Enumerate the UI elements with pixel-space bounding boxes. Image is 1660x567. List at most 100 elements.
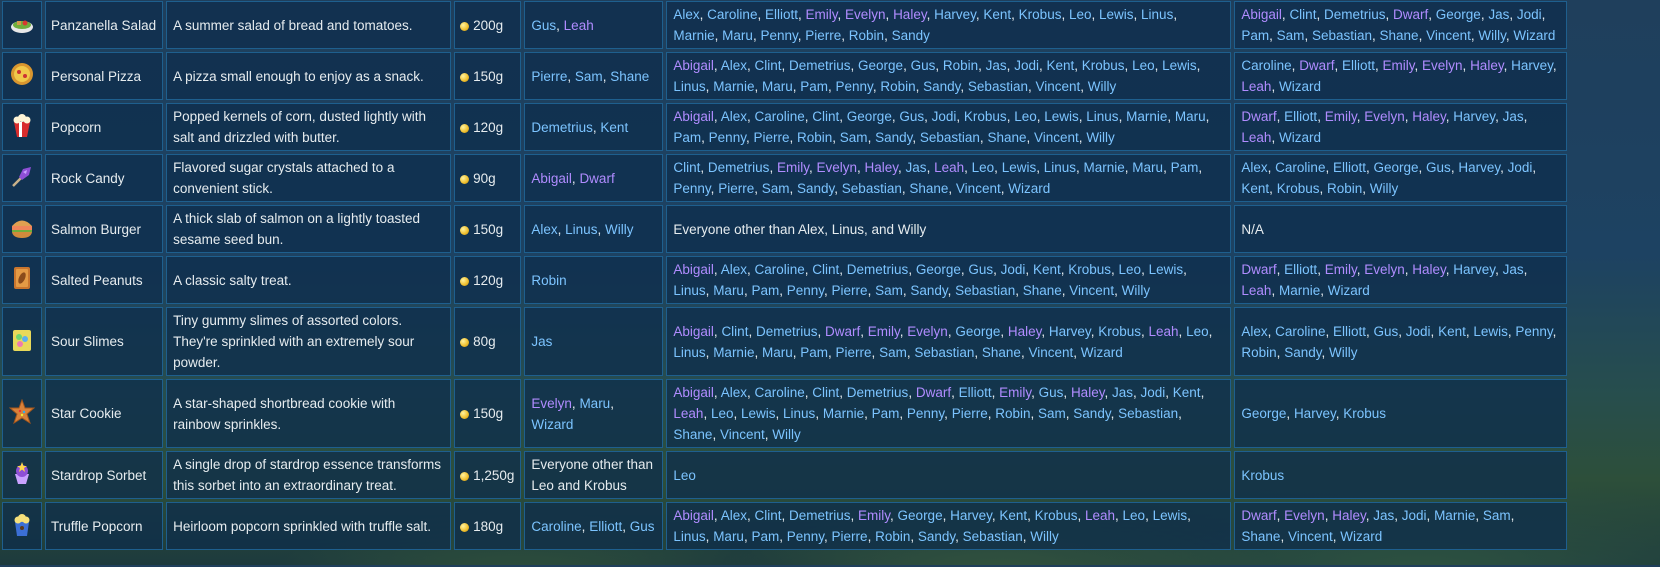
villager-link[interactable]: Marnie: [1126, 109, 1167, 124]
villager-link[interactable]: Sandy: [892, 28, 930, 43]
villager-link[interactable]: Evelyn: [845, 7, 886, 22]
villager-link[interactable]: Leo: [1123, 508, 1146, 523]
villager-link[interactable]: George: [858, 58, 903, 73]
villager-link[interactable]: Shane: [1023, 283, 1062, 298]
villager-link[interactable]: Demetrius: [756, 324, 818, 339]
villager-link[interactable]: Vincent: [1288, 529, 1333, 544]
villager-link[interactable]: Krobus: [1068, 262, 1111, 277]
villager-link[interactable]: Krobus: [1019, 7, 1062, 22]
villager-link[interactable]: Pam: [800, 79, 828, 94]
villager-link[interactable]: Shane: [982, 345, 1021, 360]
villager-link[interactable]: Penny: [673, 181, 710, 196]
villager-link[interactable]: Pam: [1171, 160, 1199, 175]
villager-link[interactable]: Sam: [840, 130, 868, 145]
villager-link[interactable]: Pierre: [531, 69, 567, 84]
villager-link[interactable]: Caroline: [1275, 160, 1325, 175]
villager-link[interactable]: Penny: [1515, 324, 1552, 339]
villager-link[interactable]: Sandy: [1284, 345, 1321, 360]
villager-link[interactable]: Krobus: [964, 109, 1007, 124]
villager-link[interactable]: Dwarf: [825, 324, 860, 339]
villager-link[interactable]: Haley: [893, 7, 927, 22]
villager-link[interactable]: Vincent: [1034, 130, 1079, 145]
villager-link[interactable]: George: [955, 324, 1000, 339]
villager-link[interactable]: Caroline: [1275, 324, 1325, 339]
villager-link[interactable]: Kent: [600, 120, 628, 135]
villager-link[interactable]: Sam: [1038, 406, 1066, 421]
villager-link[interactable]: George: [916, 262, 961, 277]
villager-link[interactable]: Clint: [812, 262, 839, 277]
villager-link[interactable]: Pierre: [832, 529, 868, 544]
villager-link[interactable]: Elliott: [959, 385, 992, 400]
villager-link[interactable]: Kent: [1438, 324, 1466, 339]
villager-link[interactable]: Harvey: [1511, 58, 1553, 73]
villager-link[interactable]: Abigail: [673, 508, 714, 523]
villager-link[interactable]: Willy: [1030, 529, 1059, 544]
villager-link[interactable]: George: [1241, 406, 1286, 421]
villager-link[interactable]: Krobus: [1277, 181, 1320, 196]
villager-link[interactable]: Dwarf: [1241, 262, 1276, 277]
villager-link[interactable]: Sam: [875, 283, 903, 298]
villager-link[interactable]: Lewis: [1002, 160, 1037, 175]
villager-link[interactable]: Alex: [721, 262, 747, 277]
villager-link[interactable]: Alex: [673, 7, 699, 22]
villager-link[interactable]: Harvey: [934, 7, 976, 22]
villager-link[interactable]: Willy: [1478, 28, 1506, 43]
villager-link[interactable]: Vincent: [1069, 283, 1114, 298]
villager-link[interactable]: Shane: [1380, 28, 1419, 43]
villager-link[interactable]: Pierre: [836, 345, 872, 360]
villager-link[interactable]: Leah: [564, 18, 594, 33]
villager-link[interactable]: Shane: [673, 427, 712, 442]
villager-link[interactable]: Marnie: [713, 345, 754, 360]
villager-link[interactable]: Kent: [999, 508, 1027, 523]
villager-link[interactable]: Robin: [797, 130, 832, 145]
villager-link[interactable]: Krobus: [1098, 324, 1141, 339]
villager-link[interactable]: Demetrius: [708, 160, 770, 175]
villager-link[interactable]: Abigail: [531, 171, 572, 186]
villager-link[interactable]: Evelyn: [1364, 109, 1405, 124]
villager-link[interactable]: Caroline: [707, 7, 757, 22]
villager-link[interactable]: Jas: [1503, 109, 1524, 124]
villager-link[interactable]: Penny: [787, 283, 824, 298]
villager-link[interactable]: Pam: [872, 406, 900, 421]
villager-link[interactable]: Evelyn: [1284, 508, 1325, 523]
villager-link[interactable]: Haley: [1332, 508, 1366, 523]
villager-link[interactable]: Marnie: [1434, 508, 1475, 523]
villager-link[interactable]: Jodi: [1402, 508, 1427, 523]
villager-link[interactable]: Gus: [1426, 160, 1451, 175]
villager-link[interactable]: Marnie: [1279, 283, 1320, 298]
villager-link[interactable]: Sebastian: [914, 345, 974, 360]
villager-link[interactable]: Pam: [751, 283, 779, 298]
villager-link[interactable]: Alex: [531, 222, 557, 237]
villager-link[interactable]: Vincent: [1426, 28, 1471, 43]
villager-link[interactable]: Harvey: [1458, 160, 1500, 175]
villager-link[interactable]: Demetrius: [531, 120, 593, 135]
villager-link[interactable]: Harvey: [1294, 406, 1336, 421]
villager-link[interactable]: Krobus: [1241, 468, 1284, 483]
villager-link[interactable]: Leah: [1241, 79, 1271, 94]
villager-link[interactable]: Sandy: [797, 181, 834, 196]
villager-link[interactable]: Krobus: [1343, 406, 1386, 421]
villager-link[interactable]: Alex: [721, 508, 747, 523]
villager-link[interactable]: Marnie: [1084, 160, 1125, 175]
villager-link[interactable]: Maru: [713, 283, 744, 298]
villager-link[interactable]: Leo: [1119, 262, 1142, 277]
villager-link[interactable]: Dwarf: [1241, 508, 1276, 523]
villager-link[interactable]: Elliott: [1284, 109, 1317, 124]
villager-link[interactable]: Robin: [943, 58, 978, 73]
villager-link[interactable]: Lewis: [1153, 508, 1188, 523]
villager-link[interactable]: Caroline: [754, 262, 804, 277]
villager-link[interactable]: Demetrius: [789, 508, 851, 523]
villager-link[interactable]: Leo: [972, 160, 995, 175]
villager-link[interactable]: Sandy: [923, 79, 960, 94]
villager-link[interactable]: Sandy: [918, 529, 955, 544]
villager-link[interactable]: Emily: [1325, 262, 1357, 277]
villager-link[interactable]: Elliott: [1333, 160, 1366, 175]
villager-link[interactable]: Sam: [879, 345, 907, 360]
villager-link[interactable]: Clint: [754, 508, 781, 523]
villager-link[interactable]: Pam: [800, 345, 828, 360]
villager-link[interactable]: Vincent: [1028, 345, 1073, 360]
villager-link[interactable]: Jodi: [1406, 324, 1431, 339]
villager-link[interactable]: Leo: [1014, 109, 1037, 124]
villager-link[interactable]: Willy: [772, 427, 801, 442]
villager-link[interactable]: Willy: [605, 222, 634, 237]
